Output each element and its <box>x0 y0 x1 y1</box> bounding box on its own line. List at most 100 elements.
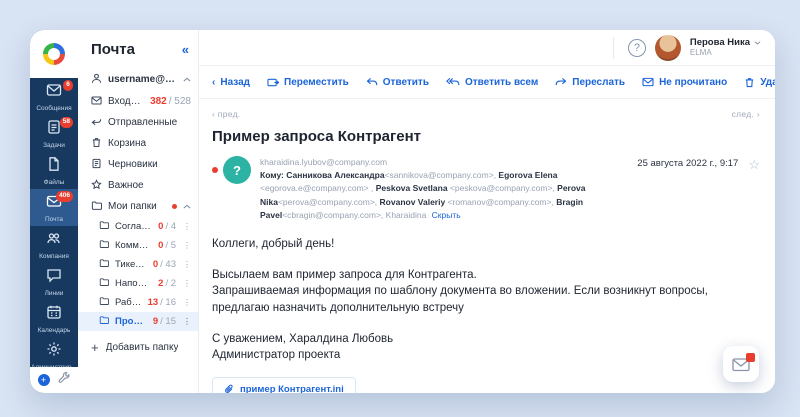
user-org: ELMA <box>689 48 712 58</box>
custom-folder-selected[interactable]: Проект ТрансАтла... 9/ 15 ⋮ <box>78 312 198 331</box>
rail-item-tasks[interactable]: 58 Задачи <box>30 115 78 152</box>
integration-icon[interactable]: + <box>37 374 50 386</box>
attachment-chip[interactable]: пример Контрагент.ini <box>212 376 356 393</box>
folder-menu-icon[interactable]: ⋮ <box>183 279 191 288</box>
reply-icon <box>366 77 378 86</box>
user-avatar[interactable] <box>654 34 681 61</box>
folder-label: Тикеты требуют ан... <box>115 259 147 270</box>
total-count: / 43 <box>160 259 176 270</box>
folder-important[interactable]: Важное <box>78 175 198 196</box>
rail-item-files[interactable]: Файлы <box>30 152 78 189</box>
hide-recipients-link[interactable]: Скрыть <box>432 210 461 220</box>
rail-item-label: Задачи <box>43 141 65 149</box>
help-button[interactable]: ? <box>627 38 646 57</box>
custom-folder[interactable]: Тикеты требуют ан... 0/ 43 ⋮ <box>78 255 198 274</box>
folder-label: Проект ТрансАтла... <box>115 316 147 327</box>
next-message-link[interactable]: след. › <box>732 109 760 119</box>
envelope-icon <box>642 77 654 87</box>
custom-folder[interactable]: Согласование догов... 0/ 4 ⋮ <box>78 217 198 236</box>
recipient-email: <sannikova@company.com>, <box>384 170 499 181</box>
unread-dot <box>212 167 218 173</box>
folder-label: Рабочие рассылки... <box>115 297 142 308</box>
account-selector[interactable]: username@yandex.ru <box>78 68 198 91</box>
folder-menu-icon[interactable]: ⋮ <box>183 260 191 269</box>
rail-item-company[interactable]: Компания <box>30 226 78 263</box>
prev-message-link[interactable]: ‹ пред. <box>212 109 240 119</box>
move-button[interactable]: Переместить <box>267 77 349 88</box>
reply-all-button[interactable]: Ответить всем <box>446 77 538 88</box>
trash-icon <box>746 77 754 87</box>
delete-button[interactable]: Удалить <box>744 77 775 88</box>
from-email: kharaidina.lyubov@company.com <box>260 157 388 167</box>
message-subject: Пример запроса Контрагент <box>212 128 421 145</box>
custom-folder[interactable]: Рабочие рассылки... 13/ 16 ⋮ <box>78 293 198 312</box>
my-folders-label: Мои папки <box>108 201 157 212</box>
settings-wrench-icon[interactable] <box>58 371 71 389</box>
app-rail: 6 Сообщения 58 Задачи Файлы 406 Почта Ко… <box>30 30 78 393</box>
total-count: / 5 <box>165 240 176 251</box>
recipient-email: <romanov@company.com>, <box>445 196 557 207</box>
rail-item-label: Файлы <box>43 178 65 186</box>
total-count: / 15 <box>160 316 176 327</box>
user-menu[interactable]: Перова Ника ELMA <box>690 37 761 59</box>
reply-all-icon <box>446 77 460 86</box>
rail-item-messages[interactable]: 6 Сообщения <box>30 78 78 115</box>
unread-count: 13 <box>147 297 159 308</box>
inbox-icon <box>91 95 102 109</box>
move-icon <box>267 78 279 86</box>
folder-drafts[interactable]: Черновики <box>78 154 198 175</box>
custom-folder[interactable]: Напоминание кален... 2/ 2 ⋮ <box>78 274 198 293</box>
top-bar: ? Перова Ника ELMA <box>199 30 775 66</box>
mark-unread-button[interactable]: Не прочитано <box>642 77 727 88</box>
folder-label: Входящие <box>108 96 145 107</box>
collapse-sidebar-icon[interactable]: « <box>182 42 189 57</box>
main-panel: ? Перова Ника ELMA ‹ Назад Переместить От… <box>199 30 775 393</box>
messages-badge: 6 <box>63 80 73 91</box>
rail-item-label: Почта <box>44 215 64 223</box>
folder-inbox[interactable]: Входящие 382/ 528 <box>78 91 198 112</box>
chat-icon <box>46 267 62 288</box>
folder-trash[interactable]: Корзина <box>78 133 198 154</box>
unread-count: 2 <box>158 278 164 289</box>
add-folder-button[interactable]: + Добавить папку <box>78 334 198 360</box>
message-body: Коллеги, добрый день! Высылаем вам приме… <box>212 236 760 364</box>
rail-item-lines[interactable]: Линии <box>30 263 78 300</box>
rail-item-label: Компания <box>39 252 69 260</box>
gear-icon <box>46 341 62 362</box>
reply-button[interactable]: Ответить <box>366 77 429 88</box>
folder-label: Напоминание кален... <box>115 278 152 289</box>
folder-label: Важное <box>108 180 144 191</box>
folder-menu-icon[interactable]: ⋮ <box>183 222 191 231</box>
folder-menu-icon[interactable]: ⋮ <box>183 317 191 326</box>
elma-logo[interactable] <box>30 30 78 78</box>
mail-notification-widget[interactable] <box>723 346 759 382</box>
folder-label: Согласование догов... <box>115 221 152 232</box>
forward-button[interactable]: Переслать <box>555 77 625 88</box>
body-paragraph: Высылаем вам пример запроса для Контраге… <box>212 268 708 314</box>
folder-icon <box>99 296 110 309</box>
my-folders-group[interactable]: Мои папки <box>78 196 198 217</box>
person-icon <box>91 73 102 87</box>
folder-label: Корзина <box>108 138 147 149</box>
recipient-name: Peskova Svetlana <box>375 183 448 194</box>
rail-item-mail[interactable]: 406 Почта <box>30 189 78 226</box>
total-count: / 528 <box>168 96 191 107</box>
recipient-name: Kharaidina <box>385 209 427 220</box>
favorite-star-icon[interactable]: ☆ <box>748 158 760 171</box>
mail-badge: 406 <box>56 191 73 202</box>
custom-folder[interactable]: Комментарии figma... 0/ 5 ⋮ <box>78 236 198 255</box>
folder-menu-icon[interactable]: ⋮ <box>183 298 191 307</box>
unread-count: 382 <box>150 96 167 107</box>
plus-icon: + <box>91 339 99 355</box>
message-date: 25 августа 2022 г., 9:17 <box>637 158 739 169</box>
folder-label: Черновики <box>108 159 158 170</box>
folder-menu-icon[interactable]: ⋮ <box>183 241 191 250</box>
company-icon <box>46 230 62 251</box>
folder-sent[interactable]: Отправленные <box>78 112 198 133</box>
draft-icon <box>91 158 102 172</box>
rail-item-label: Календарь <box>37 326 71 334</box>
rail-item-calendar[interactable]: Календарь <box>30 300 78 337</box>
back-button[interactable]: ‹ Назад <box>212 77 250 88</box>
recipient-email: <egorova.e@company.com> , <box>260 183 376 194</box>
divider <box>612 36 614 59</box>
